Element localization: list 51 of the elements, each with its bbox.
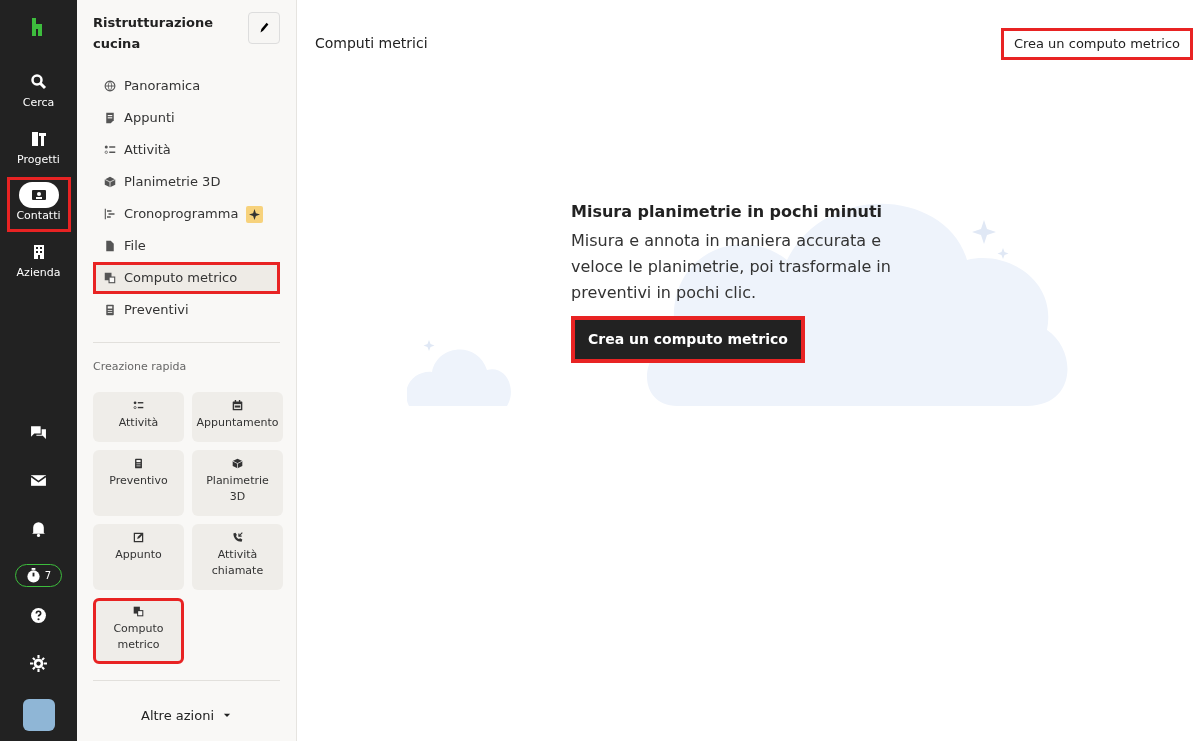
globe-icon bbox=[104, 80, 116, 92]
quick-create-tile[interactable]: Appunto bbox=[93, 523, 184, 590]
calculator-icon bbox=[133, 457, 144, 469]
contact-card-icon bbox=[30, 187, 47, 203]
rail-nav-item[interactable]: Cerca bbox=[6, 64, 71, 119]
search-icon bbox=[30, 74, 47, 90]
sidebar-item[interactable]: Computo metrico bbox=[93, 262, 280, 294]
rail-nav-item[interactable]: Contatti bbox=[6, 177, 71, 232]
sidebar-item[interactable]: Preventivi bbox=[93, 294, 280, 326]
empty-state-heading: Misura planimetrie in pochi minuti bbox=[571, 200, 884, 223]
gantt-icon bbox=[104, 208, 116, 220]
create-button[interactable]: Crea un computo metrico bbox=[1000, 28, 1193, 60]
rail-nav-item[interactable]: Progetti bbox=[6, 120, 71, 175]
measure-icon bbox=[104, 272, 116, 284]
more-actions-dropdown[interactable]: Altre azioni bbox=[135, 704, 238, 726]
measure-icon bbox=[133, 605, 144, 617]
sidebar-item[interactable]: Cronoprogramma bbox=[93, 198, 280, 230]
quick-create-tile[interactable]: Computo metrico bbox=[93, 597, 184, 664]
edit-button[interactable] bbox=[248, 12, 280, 44]
empty-state-description: Misura e annota in maniera accurata e veloce le planimetrie, poi trasformale in preventivi in pochi clic. bbox=[571, 229, 892, 304]
sidebar-item[interactable]: Planimetrie 3D bbox=[93, 166, 280, 198]
cube-icon bbox=[232, 457, 243, 469]
file-icon bbox=[104, 240, 116, 252]
create-button[interactable]: Crea un computo metrico bbox=[571, 315, 805, 363]
calendar-icon bbox=[232, 399, 243, 411]
quick-create-tile[interactable]: Appuntamento bbox=[192, 391, 283, 442]
avatar[interactable] bbox=[22, 699, 55, 731]
chat-icon[interactable] bbox=[30, 424, 47, 441]
quick-create-tile[interactable]: Planimetrie 3D bbox=[192, 449, 283, 516]
help-icon[interactable] bbox=[30, 607, 47, 624]
quick-create-tile[interactable]: Preventivo bbox=[93, 449, 184, 516]
stopwatch-icon bbox=[25, 568, 41, 583]
note-icon bbox=[104, 112, 116, 124]
cube-icon bbox=[104, 176, 116, 188]
quick-create-tile[interactable]: Attività bbox=[93, 391, 184, 442]
checklist-icon bbox=[133, 399, 144, 411]
phone-icon bbox=[232, 531, 243, 543]
checklist-icon bbox=[104, 144, 116, 156]
mail-icon[interactable] bbox=[30, 472, 47, 489]
rail-nav-item[interactable]: Azienda bbox=[6, 233, 71, 288]
page-title: Computi metrici bbox=[315, 34, 428, 54]
bell-icon[interactable] bbox=[30, 520, 47, 537]
project-title: Ristrutturazione cucina bbox=[93, 14, 214, 53]
sidebar-item[interactable]: Appunti bbox=[93, 102, 280, 134]
edit-icon bbox=[133, 531, 144, 543]
sidebar-item[interactable]: File bbox=[93, 230, 280, 262]
section-label: Creazione rapida bbox=[93, 359, 188, 375]
calculator-icon bbox=[104, 304, 116, 316]
quick-create-tile[interactable]: Attività chiamate bbox=[192, 523, 283, 590]
sidebar-item[interactable]: Attività bbox=[93, 134, 280, 166]
sidebar-item[interactable]: Panoramica bbox=[93, 70, 280, 102]
